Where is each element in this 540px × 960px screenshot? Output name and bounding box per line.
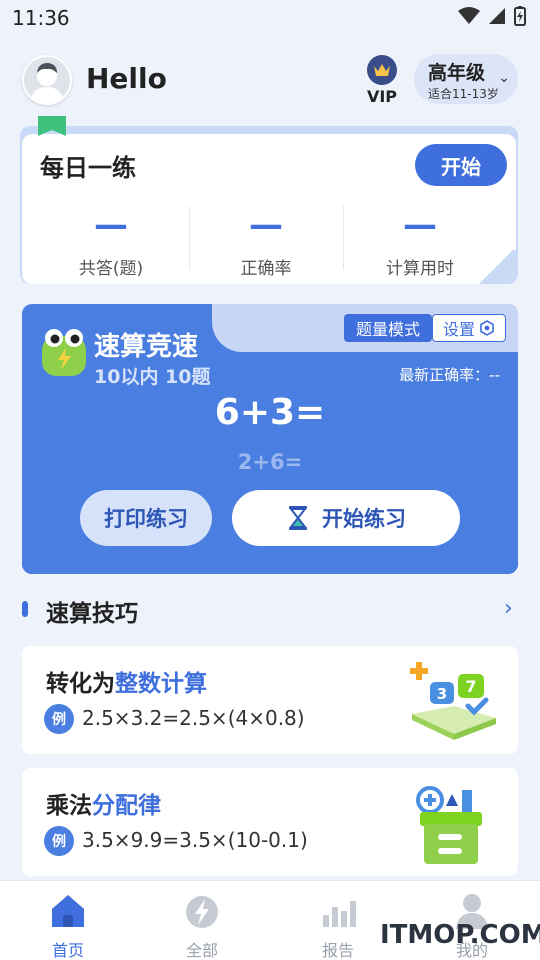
tip-title-prefix: 乘法 [46, 793, 92, 819]
user-avatar-icon [30, 63, 64, 103]
latest-accuracy: 最新正确率：-- [399, 366, 500, 384]
settings-label: 设置 [442, 320, 475, 339]
stat-answered: — 共答(题) [36, 206, 186, 279]
next-question: 2+6= [237, 450, 303, 474]
speed-title: 速算竞速 [94, 332, 199, 362]
start-practice-button[interactable]: 开始练习 [232, 490, 460, 546]
daily-practice-card: 每日一练 开始 — 共答(题) — 正确率 — 计算用时 [22, 134, 516, 284]
tip-title: 转化为整数计算 [46, 664, 207, 698]
daily-title: 每日一练 [40, 154, 136, 182]
number-book-illustration-icon: 3 7 [410, 662, 496, 740]
greeting: Hello [86, 62, 167, 95]
grade-selector[interactable]: 高年级 适合11-13岁 ⌄ [414, 54, 518, 104]
tip-card[interactable]: 乘法分配律 例 3.5×9.9=3.5×(10-0.1) [22, 768, 518, 876]
daily-start-button[interactable]: 开始 [415, 144, 507, 186]
frog-mascot-icon [42, 329, 86, 376]
tip-example: 2.5×3.2=2.5×(4×0.8) [82, 706, 305, 730]
svg-text:7: 7 [465, 677, 476, 696]
wifi-icon [458, 7, 480, 24]
current-question: 6+3= [214, 392, 326, 433]
page-fold [476, 250, 516, 284]
bar-chart-icon [323, 901, 356, 927]
hourglass-icon [288, 506, 308, 530]
speed-subtitle: 10以内 10题 [94, 366, 211, 388]
nav-label: 全部 [185, 941, 218, 960]
section-accent-bar [22, 601, 28, 617]
example-badge: 例 [44, 704, 74, 734]
stat-time: — 计算用时 [345, 206, 495, 279]
stat-accuracy: — 正确率 [191, 206, 341, 279]
speed-race-card: 题量模式 设置 速算竞速 10以内 10题 最新正确率：-- 6+3= 2+6=… [22, 304, 518, 574]
battery-icon [514, 6, 526, 26]
chevron-down-icon: ⌄ [498, 70, 510, 86]
settings-icon [480, 320, 494, 336]
tip-title-prefix: 转化为 [46, 671, 115, 697]
grade-age-range: 适合11-13岁 [428, 87, 499, 101]
stat-divider [343, 206, 344, 270]
nav-item-home[interactable]: 首页 [28, 891, 108, 960]
stat-label: 共答(题) [78, 259, 144, 279]
stat-value: — [403, 205, 437, 245]
svg-text:3: 3 [437, 685, 447, 703]
avatar[interactable] [22, 55, 72, 105]
watermark: ITMOP.COM [380, 920, 540, 950]
start-practice-label: 开始练习 [322, 507, 406, 531]
nav-item-report[interactable]: 报告 [298, 891, 378, 960]
tip-example: 3.5×9.9=3.5×(10-0.1) [82, 828, 308, 852]
example-badge: 例 [44, 826, 74, 856]
home-icon [52, 895, 84, 927]
lightning-icon [186, 896, 218, 928]
toolbox-illustration-icon [416, 786, 482, 864]
vip-button[interactable]: VIP [362, 55, 402, 106]
stat-value: — [94, 205, 128, 245]
tip-title: 乘法分配律 [46, 786, 161, 820]
settings-button[interactable]: 设置 [432, 314, 506, 342]
vip-label: VIP [366, 87, 398, 106]
tip-card[interactable]: 转化为整数计算 例 2.5×3.2=2.5×(4×0.8) 3 7 [22, 646, 518, 754]
stat-divider [189, 206, 190, 270]
tip-title-highlight: 分配律 [92, 793, 161, 819]
vip-crown-icon [367, 55, 397, 85]
stat-label: 计算用时 [386, 259, 454, 279]
signal-icon [489, 8, 505, 24]
status-icons [458, 6, 526, 26]
chevron-right-icon[interactable]: › [504, 596, 513, 621]
tips-section-title: 速算技巧 [46, 601, 138, 627]
status-time: 11:36 [12, 6, 70, 30]
quantity-mode-button[interactable]: 题量模式 [344, 314, 432, 342]
nav-item-all[interactable]: 全部 [162, 891, 242, 960]
tip-title-highlight: 整数计算 [115, 671, 207, 697]
nav-label: 报告 [321, 941, 354, 960]
nav-label: 首页 [51, 941, 84, 960]
print-practice-button[interactable]: 打印练习 [80, 490, 212, 546]
stat-value: — [249, 205, 283, 245]
stat-label: 正确率 [240, 259, 292, 279]
